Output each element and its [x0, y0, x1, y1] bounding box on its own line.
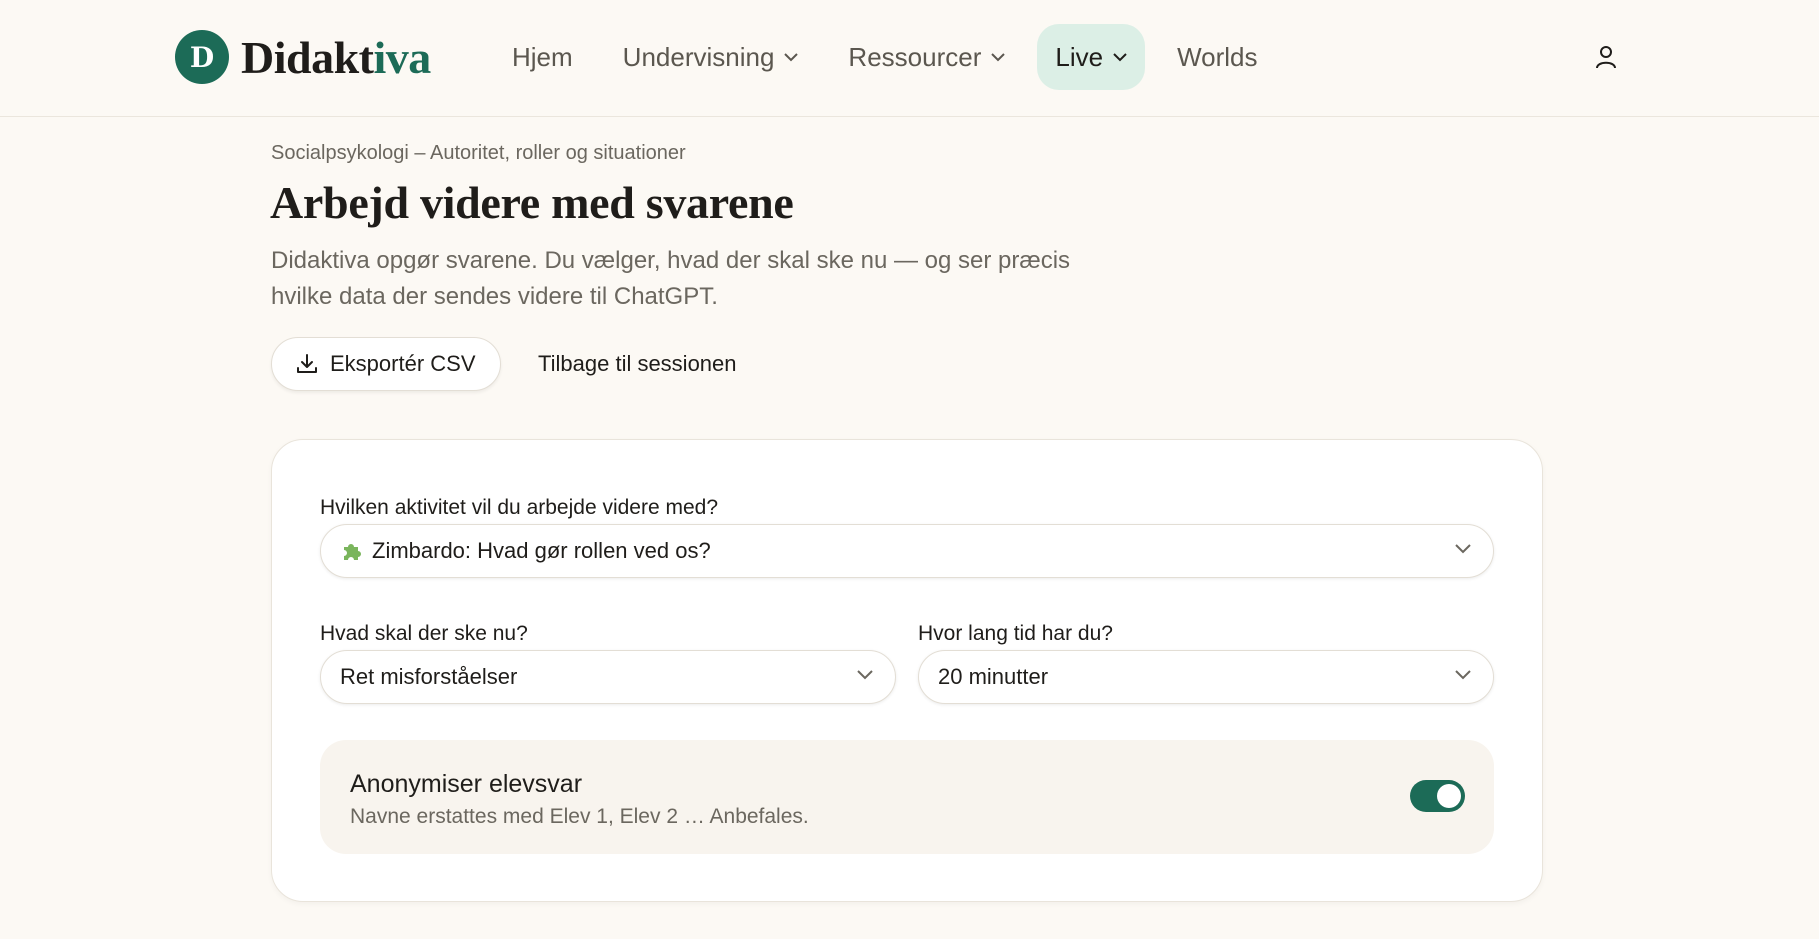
anonymize-panel: Anonymiser elevsvar Navne erstattes med … — [320, 740, 1494, 854]
duration-label: Hvor lang tid har du? — [918, 622, 1113, 645]
nav-item-label: Live — [1055, 41, 1104, 72]
chevron-down-icon — [1455, 670, 1471, 680]
breadcrumb: Socialpsykologi – Autoritet, roller og s… — [271, 142, 686, 164]
export-csv-button[interactable]: Eksportér CSV — [271, 337, 501, 391]
next-step-label: Hvad skal der ske nu? — [320, 622, 528, 645]
nav-item-worlds[interactable]: Worlds — [1159, 24, 1275, 90]
main-nav: Hjem Undervisning Ressourcer Live Worlds — [494, 24, 1290, 90]
duration-value: 20 minutter — [938, 664, 1049, 689]
toggle-knob — [1437, 784, 1461, 808]
export-csv-label: Eksportér CSV — [330, 351, 476, 376]
chevron-down-icon — [991, 52, 1006, 61]
activity-label: Hvilken aktivitet vil du arbejde videre … — [320, 496, 719, 519]
puzzle-icon — [344, 544, 361, 560]
top-navigation-bar: D Didaktiva Hjem Undervisning Ressourcer… — [0, 0, 1819, 117]
chevron-down-icon — [784, 52, 799, 61]
nav-item-hjem[interactable]: Hjem — [494, 24, 591, 90]
nav-item-label: Worlds — [1177, 41, 1258, 72]
nav-item-undervisning[interactable]: Undervisning — [605, 24, 817, 90]
nav-item-label: Hjem — [512, 41, 573, 72]
logo-mark: D — [175, 30, 229, 84]
nav-item-label: Undervisning — [622, 41, 775, 72]
anonymize-description: Navne erstattes med Elev 1, Elev 2 … Anb… — [350, 805, 809, 828]
logo-text-accent: iva — [373, 31, 431, 83]
user-icon[interactable] — [1594, 44, 1618, 70]
nav-item-live[interactable]: Live — [1037, 24, 1146, 90]
logo[interactable]: D Didaktiva — [175, 30, 431, 84]
page-title: Arbejd videre med svarene — [270, 177, 794, 228]
activity-value: Zimbardo: Hvad gør rollen ved os? — [372, 538, 711, 563]
download-icon — [297, 354, 317, 373]
activity-select[interactable]: Zimbardo: Hvad gør rollen ved os? — [320, 524, 1494, 578]
back-to-session-label: Tilbage til sessionen — [538, 351, 737, 376]
logo-text-main: Didakt — [241, 31, 374, 83]
chevron-down-icon — [1455, 544, 1471, 554]
next-step-value: Ret misforståelser — [340, 664, 518, 689]
chevron-down-icon — [857, 670, 873, 680]
next-step-select[interactable]: Ret misforståelser — [320, 650, 896, 704]
chevron-down-icon — [1113, 52, 1127, 61]
back-to-session-link[interactable]: Tilbage til sessionen — [538, 337, 737, 391]
page-subtitle: Didaktiva opgør svarene. Du vælger, hvad… — [271, 247, 1071, 310]
nav-item-label: Ressourcer — [848, 41, 982, 72]
duration-select[interactable]: 20 minutter — [918, 650, 1494, 704]
nav-item-ressourcer[interactable]: Ressourcer — [830, 24, 1023, 90]
anonymize-title: Anonymiser elevsvar — [350, 770, 583, 798]
anonymize-toggle[interactable] — [1410, 780, 1465, 812]
logo-text: Didaktiva — [241, 31, 431, 84]
settings-card: Hvilken aktivitet vil du arbejde videre … — [271, 439, 1543, 902]
